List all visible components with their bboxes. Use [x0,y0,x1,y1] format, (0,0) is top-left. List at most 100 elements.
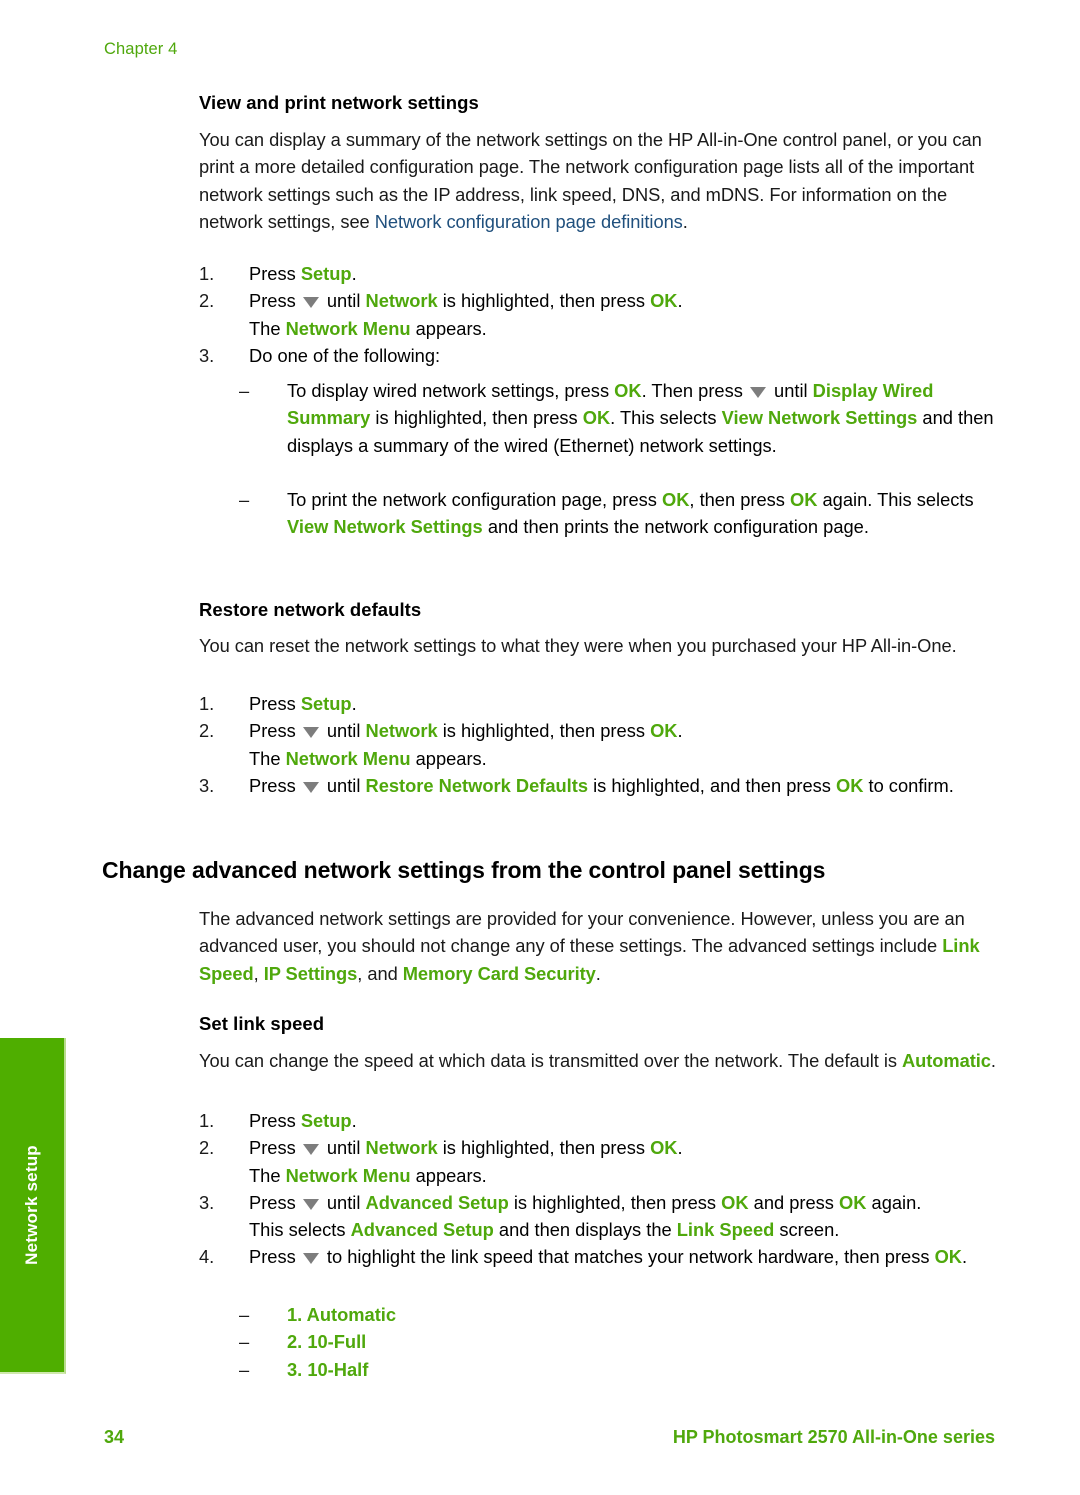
step-sub-line: The Network Menu appears. [249,315,999,342]
paragraph-restore-intro: You can reset the network settings to wh… [199,635,957,656]
intro-text-end: . [990,1050,996,1071]
list-number: 1. [199,1110,215,1131]
ui-label-ok: OK [650,290,678,312]
ui-label-ok: OK [721,1191,749,1213]
step-text: is highlighted, then press [437,290,651,312]
dash-list-link-speed-options: – 1. Automatic – 2. 10-Full – 3. 10-Half [239,1301,939,1383]
section-side-tab-label: Network setup [22,1145,41,1265]
list-item: 1. Press Setup. [199,690,999,717]
ui-label-view-network-settings: View Network Settings [287,516,483,538]
heading-change-advanced-network-settings: Change advanced network settings from th… [102,857,826,883]
step-text: is highlighted, then press [437,720,651,742]
ui-label-ok: OK [835,774,864,796]
list-item: 3. Press until Advanced Setup is highligh… [199,1189,999,1244]
paragraph-view-print-intro: You can display a summary of the network… [199,126,999,235]
paragraph-change-advanced-intro: The advanced network settings are provid… [199,905,999,987]
list-number: 3. [199,1191,215,1213]
step-text: is highlighted, and then press [588,774,836,796]
bullet-text: To print the network configuration page,… [287,489,662,511]
link-speed-option-automatic: 1. Automatic [287,1304,397,1325]
step-text: and then displays the [493,1219,677,1241]
step-text: is highlighted, then press [508,1191,722,1213]
step-text-end: appears. [410,1164,487,1186]
list-item: 1. Press Setup. [199,260,999,287]
link-speed-option-10-half: 3. 10-Half [287,1358,369,1380]
ui-label-network-menu: Network Menu [285,1164,411,1186]
ui-label-ok: OK [839,1191,867,1213]
step-text: This selects [249,1219,351,1241]
ordered-list-set-link-speed: 1. Press Setup. 2. Press until Network is … [199,1107,999,1271]
step-text-end: . [677,720,683,742]
ui-label-network: Network [365,290,438,312]
list-item: – To print the network configuration page… [239,486,999,541]
list-item: – 1. Automatic [239,1301,939,1328]
dash-list-view-print: – To display wired network settings, pres… [239,377,999,541]
down-arrow-icon [302,1144,319,1156]
bullet-text: is highlighted, then press [370,407,583,429]
ui-label-setup: Setup [300,1110,352,1131]
step-text: is highlighted, then press [437,1137,651,1159]
paragraph-set-link-speed-intro: You can change the speed at which data i… [199,1047,999,1074]
ordered-list-view-print: 1. Press Setup. 2. Press until Network is … [199,260,999,369]
chapter-running-head: Chapter 4 [104,40,178,58]
ui-label-setup: Setup [300,263,352,284]
step-text-end: to confirm. [863,774,954,796]
bullet-text-end: again. [817,489,873,511]
bullet-text: . Then press [641,380,748,401]
ui-label-ok: OK [661,489,690,511]
ui-label-memory-card-security: Memory Card Security [402,962,596,984]
step-text: until [321,774,366,796]
list-number: 3. [199,344,215,366]
heading-view-and-print-network-settings: View and print network settings [199,92,479,113]
ui-label-network: Network [365,720,438,742]
dash-bullet: – [239,1358,250,1380]
intro-text: , and [357,962,403,984]
bullet-text: until [768,380,813,401]
dash-bullet: – [239,1304,250,1325]
ui-label-ok: OK [614,380,642,401]
ui-label-ok: OK [650,1137,678,1159]
step-text-end: . [351,693,357,714]
bullet-text: , then press [689,489,791,511]
list-number: 1. [199,263,215,284]
ordered-list-restore: 1. Press Setup. 2. Press until Network is … [199,690,999,799]
step-sub-line: The Network Menu appears. [249,1162,999,1189]
ui-label-setup: Setup [300,693,352,714]
ui-label-ok: OK [934,1246,962,1268]
step-text: Press [249,720,301,742]
cross-reference-link[interactable]: Network configuration page definitions [375,211,683,232]
list-item: – 2. 10-Full [239,1328,939,1355]
section-side-tab: Network setup [0,1038,66,1374]
down-arrow-icon [749,387,766,398]
down-arrow-icon [302,1253,319,1265]
footer-product-name: HP Photosmart 2570 All-in-One series [672,1427,995,1447]
list-item: – 3. 10-Half [239,1356,939,1383]
link-speed-option-10-full: 2. 10-Full [287,1331,367,1353]
bullet-text: To display wired network settings, press [287,380,615,401]
step-text: Do one of the following: [249,344,441,366]
step-text-end: screen. [774,1219,840,1241]
step-text: The [249,747,286,769]
list-number: 2. [199,1137,215,1159]
step-text: until [321,290,366,312]
ui-label-view-network-settings: View Network Settings [721,407,918,429]
bullet-text: This selects [620,407,722,429]
ui-label-advanced-setup: Advanced Setup [365,1191,509,1213]
bullet-text: This selects [877,489,974,511]
step-text: The [249,1164,286,1186]
list-item: – To display wired network settings, pres… [239,377,999,459]
step-text-end: . [962,1246,968,1268]
down-arrow-icon [302,297,319,309]
step-text: Press [249,263,301,284]
ui-label-network-menu: Network Menu [285,317,411,339]
intro-text: You can change the speed at which data i… [199,1050,902,1071]
step-text: Press [249,774,301,796]
step-text-end: . [351,1110,357,1131]
down-arrow-icon [302,727,319,739]
step-text-end: . [351,263,357,284]
document-page: Chapter 4 Network setup View and print n… [0,0,1080,1495]
step-text-end: appears. [410,317,487,339]
ui-label-ip-settings: IP Settings [263,962,358,984]
dash-bullet: – [239,489,250,511]
step-text: Press [249,290,301,312]
